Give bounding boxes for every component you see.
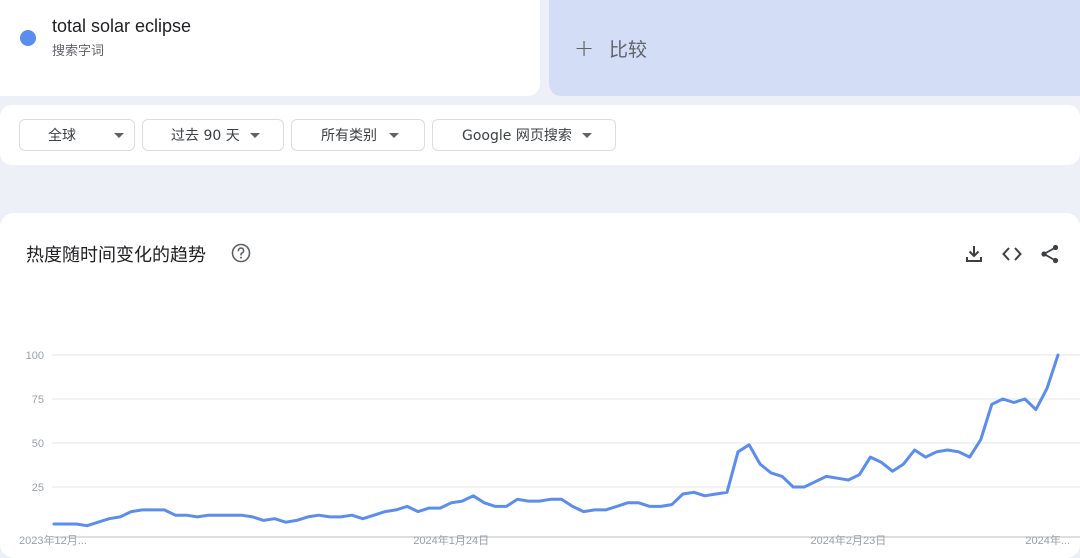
y-tick-label: 100 bbox=[26, 350, 44, 362]
category-filter-label: 所有类别 bbox=[321, 128, 377, 144]
compare-label: 比较 bbox=[609, 38, 648, 61]
plus-icon: + bbox=[573, 34, 595, 62]
time-range-filter-label: 过去 90 天 bbox=[171, 128, 240, 144]
compare-button[interactable]: + 比较 bbox=[549, 0, 1080, 96]
search-term-card[interactable]: total solar eclipse 搜索字词 bbox=[0, 0, 540, 96]
interest-over-time-panel: 热度随时间变化的趋势 25 50 75 100 2023年12月... 2024年1月24… bbox=[0, 213, 1080, 558]
chevron-down-icon bbox=[114, 132, 124, 138]
search-term-type: 搜索字词 bbox=[52, 44, 105, 59]
region-filter-dropdown[interactable]: 全球 bbox=[19, 119, 135, 151]
x-tick-label: 2024年... bbox=[1025, 533, 1070, 547]
search-type-filter-label: Google 网页搜索 bbox=[462, 128, 572, 144]
y-tick-label: 50 bbox=[32, 438, 44, 450]
category-filter-dropdown[interactable]: 所有类别 bbox=[291, 119, 425, 151]
y-tick-label: 75 bbox=[32, 394, 44, 406]
time-range-filter-dropdown[interactable]: 过去 90 天 bbox=[142, 119, 284, 151]
chevron-down-icon bbox=[389, 132, 399, 138]
trend-chart: 25 50 75 100 2023年12月... 2024年1月24日 2024年2月23日… bbox=[19, 350, 1080, 547]
chevron-down-icon bbox=[581, 132, 592, 138]
x-tick-label: 2024年1月24日 bbox=[413, 533, 489, 547]
chevron-down-icon bbox=[249, 132, 260, 138]
filters-bar: 全球 过去 90 天 所有类别 Google 网页搜索 bbox=[0, 105, 1080, 165]
series-color-dot bbox=[20, 30, 36, 46]
search-type-filter-dropdown[interactable]: Google 网页搜索 bbox=[432, 119, 616, 151]
y-tick-label: 25 bbox=[32, 482, 44, 494]
series-line bbox=[52, 353, 1060, 528]
x-tick-label: 2023年12月... bbox=[19, 533, 87, 547]
search-term-name: total solar eclipse bbox=[52, 16, 192, 36]
region-filter-label: 全球 bbox=[48, 128, 76, 144]
x-tick-label: 2024年2月23日 bbox=[810, 533, 886, 547]
